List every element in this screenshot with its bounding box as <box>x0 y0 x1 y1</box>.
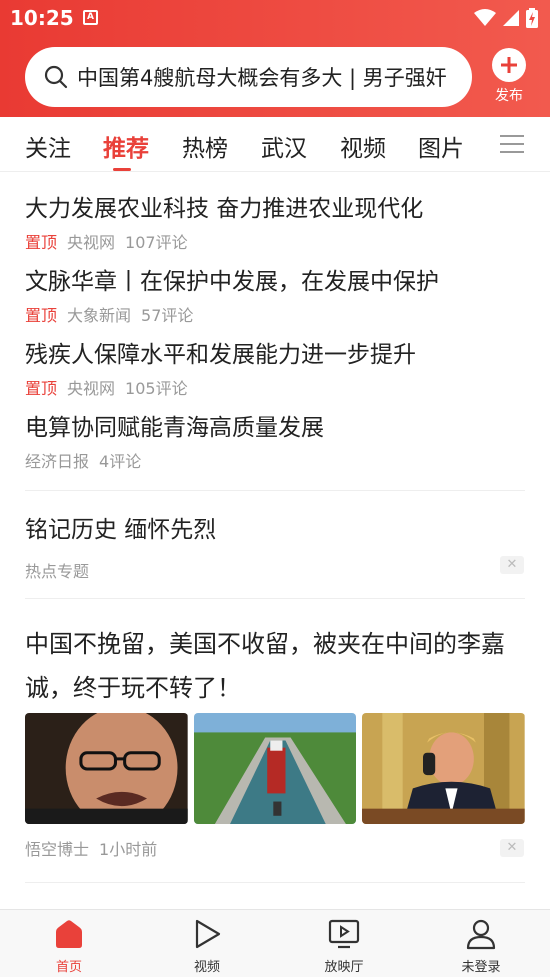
battery-icon <box>526 8 538 28</box>
news-comments: 4评论 <box>99 452 142 471</box>
app-header: 10:25 A 中国第4艘航母大概会有多大 | 男子强奸 发布 <box>0 0 550 117</box>
nav-home[interactable]: 首页 <box>24 910 114 977</box>
publish-button[interactable]: 发布 <box>490 48 528 105</box>
news-item[interactable]: 残疾人保障水平和发展能力进一步提升 置顶 央视网 105评论 <box>25 335 525 399</box>
tab-follow[interactable]: 关注 <box>25 129 71 163</box>
screen-icon <box>328 919 360 949</box>
search-bar[interactable]: 中国第4艘航母大概会有多大 | 男子强奸 <box>25 47 472 107</box>
nav-cinema-label: 放映厅 <box>324 960 364 975</box>
nav-cinema[interactable]: 放映厅 <box>299 910 389 977</box>
tab-hot-list[interactable]: 热榜 <box>182 129 228 163</box>
article-meta: 悟空博士 1小时前 <box>25 836 525 860</box>
signal-icon <box>503 10 519 26</box>
thumbnail-man-phone[interactable] <box>362 713 526 824</box>
dismiss-button[interactable]: ✕ <box>500 556 524 574</box>
news-meta: 置顶 央视网 107评论 <box>25 229 525 253</box>
nav-video[interactable]: 视频 <box>162 910 252 977</box>
news-source: 大象新闻 <box>67 306 132 325</box>
notification-icon: A <box>83 10 98 25</box>
divider <box>25 882 525 883</box>
thumbnail-canal-ship[interactable] <box>193 713 357 824</box>
home-icon <box>56 920 82 948</box>
news-item[interactable]: 文脉华章丨在保护中发展，在发展中保护 置顶 大象新闻 57评论 <box>25 262 525 326</box>
news-comments: 57评论 <box>141 306 194 325</box>
wifi-icon <box>474 9 496 26</box>
news-title: 电算协同赋能青海高质量发展 <box>25 415 324 441</box>
play-icon <box>195 919 221 949</box>
news-meta: 经济日报 4评论 <box>25 448 525 472</box>
tab-recommend[interactable]: 推荐 <box>103 129 149 163</box>
status-bar: 10:25 A <box>0 0 550 38</box>
active-tab-indicator <box>113 168 131 171</box>
channel-menu-icon[interactable] <box>500 133 524 155</box>
topic-meta: 热点专题 <box>25 558 525 582</box>
search-icon <box>44 65 68 89</box>
news-item[interactable]: 电算协同赋能青海高质量发展 经济日报 4评论 <box>25 408 525 472</box>
news-source: 央视网 <box>67 233 116 252</box>
dismiss-button[interactable]: ✕ <box>500 839 524 857</box>
news-comments: 105评论 <box>125 379 188 398</box>
system-icons <box>474 8 538 28</box>
news-source: 央视网 <box>67 379 116 398</box>
news-meta: 置顶 大象新闻 57评论 <box>25 302 525 326</box>
article-source: 悟空博士 <box>25 840 90 859</box>
nav-home-label: 首页 <box>55 960 82 975</box>
article-meta-row: 悟空博士 1小时前 <box>25 836 525 860</box>
tab-video[interactable]: 视频 <box>340 129 386 163</box>
pinned-tag: 置顶 <box>25 379 58 398</box>
news-title: 文脉华章丨在保护中发展，在发展中保护 <box>25 269 439 295</box>
topic-item[interactable]: 铭记历史 缅怀先烈 热点专题 <box>25 510 525 582</box>
article-thumbnails[interactable] <box>25 713 526 824</box>
status-time: 10:25 <box>10 6 74 30</box>
nav-account-label: 未登录 <box>461 960 501 975</box>
nav-account[interactable]: 未登录 <box>436 910 526 977</box>
publish-label: 发布 <box>495 88 523 104</box>
news-meta: 置顶 央视网 105评论 <box>25 375 525 399</box>
divider <box>25 598 525 599</box>
divider <box>25 490 525 491</box>
topic-source: 热点专题 <box>25 562 90 581</box>
pinned-tag: 置顶 <box>25 233 58 252</box>
news-item[interactable]: 大力发展农业科技 奋力推进农业现代化 置顶 央视网 107评论 <box>25 189 525 253</box>
search-hot-query: 中国第4艘航母大概会有多大 | 男子强奸 <box>77 66 447 90</box>
article-time: 1小时前 <box>99 840 158 859</box>
plus-icon <box>492 48 526 82</box>
news-source: 经济日报 <box>25 452 90 471</box>
news-comments: 107评论 <box>125 233 188 252</box>
user-icon <box>466 919 496 950</box>
tab-pictures[interactable]: 图片 <box>418 129 464 163</box>
tab-wuhan[interactable]: 武汉 <box>261 129 307 163</box>
topic-title: 铭记历史 缅怀先烈 <box>25 517 217 543</box>
thumbnail-portrait-man[interactable] <box>25 713 188 824</box>
bottom-navigation: 首页 视频 放映厅 未登录 <box>0 909 550 977</box>
nav-video-label: 视频 <box>193 960 220 975</box>
news-title: 大力发展农业科技 奋力推进农业现代化 <box>25 196 424 222</box>
pinned-tag: 置顶 <box>25 306 58 325</box>
news-title: 残疾人保障水平和发展能力进一步提升 <box>25 342 416 368</box>
channel-tabs: 关注 推荐 热榜 武汉 视频 图片 <box>0 117 550 172</box>
article-title[interactable]: 中国不挽留，美国不收留，被夹在中间的李嘉诚，终于玩不转了！ <box>25 622 525 710</box>
